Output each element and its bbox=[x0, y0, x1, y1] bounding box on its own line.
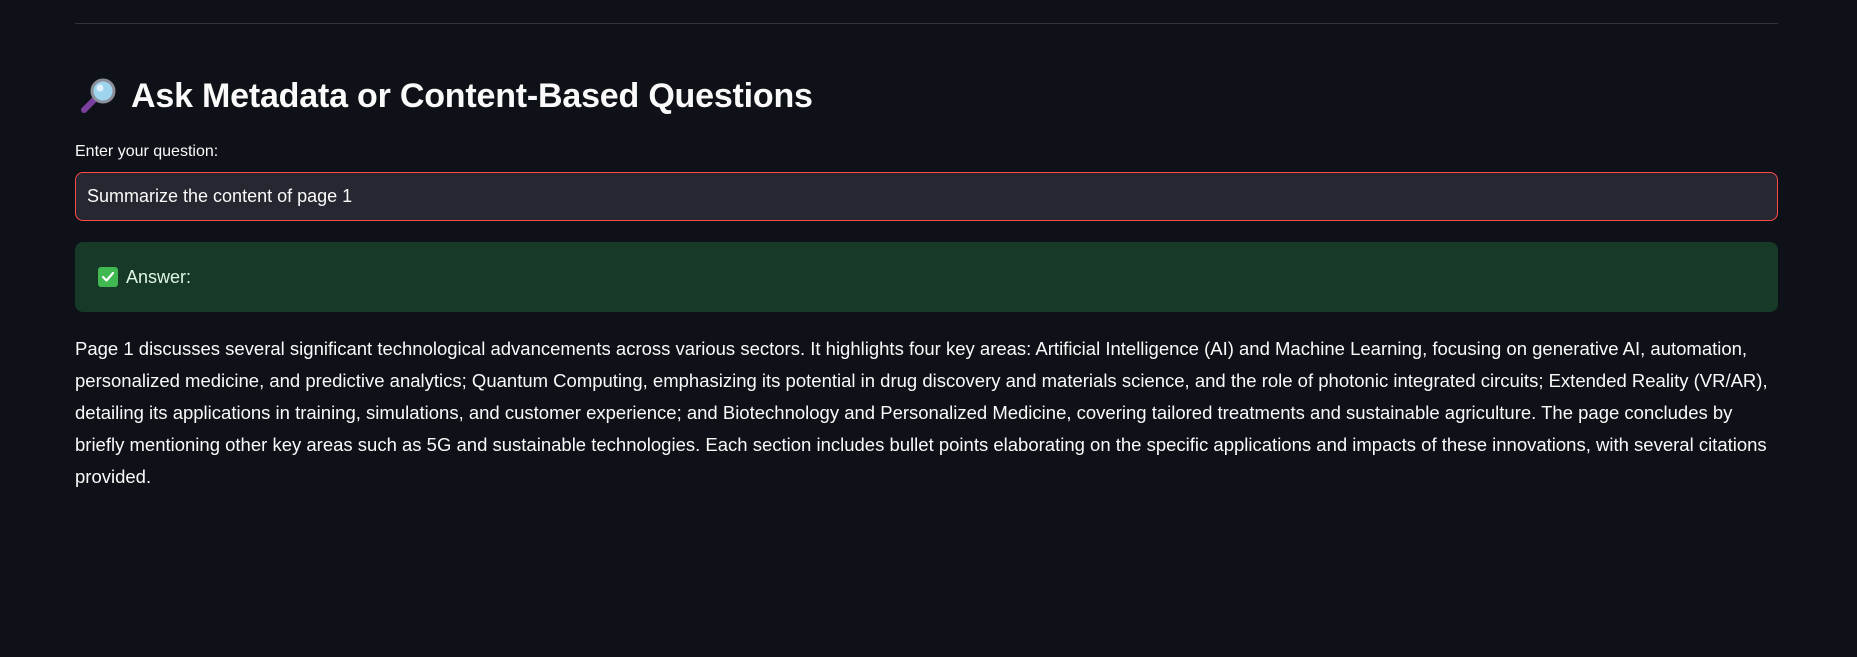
question-label: Enter your question: bbox=[75, 143, 219, 160]
answer-text: Page 1 discusses several significant tec… bbox=[75, 338, 1768, 487]
page-title: Ask Metadata or Content-Based Questions bbox=[131, 76, 813, 115]
answer-label: Answer: bbox=[126, 266, 192, 287]
section-heading: Ask Metadata or Content-Based Questions bbox=[79, 72, 813, 120]
divider bbox=[75, 23, 1778, 24]
question-input[interactable] bbox=[75, 172, 1778, 221]
check-mark-icon bbox=[98, 267, 118, 287]
magnifying-glass-icon bbox=[79, 76, 119, 116]
answer-box: Answer: bbox=[75, 242, 1778, 312]
